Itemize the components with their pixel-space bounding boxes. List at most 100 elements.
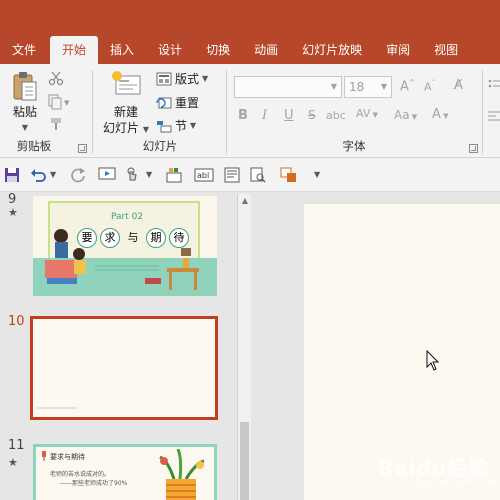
start-from-beginning-icon[interactable] (98, 167, 116, 183)
new-slide-label-line2: 幻灯片 ▼ (103, 121, 149, 135)
slide-number: 9 (8, 192, 17, 207)
clipboard-dialog-launcher-icon[interactable] (78, 144, 87, 153)
strikethrough-icon[interactable]: abc (326, 109, 346, 122)
format-painter-icon[interactable] (48, 116, 64, 132)
bold-icon[interactable]: B (238, 108, 248, 123)
theme-colors-icon[interactable] (166, 167, 182, 183)
slide-number-selected: 10 (8, 314, 25, 329)
clear-formatting-icon[interactable]: A̸ (454, 78, 463, 93)
paste-icon (13, 72, 37, 101)
underline-icon[interactable]: U (284, 108, 294, 123)
font-size-combobox[interactable]: 18 ▼ (344, 76, 392, 98)
tab-animations[interactable]: 动画 (242, 36, 290, 64)
watermark-brand: Baidu经验 (378, 456, 490, 480)
animation-star-icon: ★ (8, 206, 18, 219)
paste-label: 粘贴 (12, 105, 37, 119)
ribbon: 粘贴 ▼ ▼ 剪贴板 新建 幻灯片 ▼ 版式 ▼ 重置 节 ▼ 幻灯片 ▼ 18… (0, 64, 500, 158)
watermark-url: jingyan.baidu.com (416, 478, 500, 488)
slide-11-pin-icon (42, 451, 46, 461)
slide-number: 11 (8, 438, 25, 453)
undo-icon[interactable] (30, 167, 48, 183)
ribbon-separator (92, 70, 93, 154)
font-dialog-launcher-icon[interactable] (469, 144, 478, 153)
tab-home[interactable]: 开始 (50, 36, 99, 64)
change-case-icon[interactable]: Aa ▼ (394, 108, 417, 122)
layout-button[interactable]: 版式 ▼ (156, 70, 208, 87)
redo-icon[interactable] (70, 167, 86, 183)
scroll-up-arrow-icon[interactable]: ▲ (238, 194, 252, 208)
font-group-label: 字体 (342, 139, 366, 153)
section-button[interactable]: 节 ▼ (156, 117, 196, 134)
clipboard-group: 粘贴 ▼ ▼ 剪贴板 (0, 64, 92, 158)
touch-mode-icon[interactable] (124, 167, 140, 183)
tab-transitions[interactable]: 切换 (194, 36, 242, 64)
slide-11-line1: 老师的苦水说成对的。 (50, 471, 111, 478)
section-dropdown-icon: ▼ (190, 121, 197, 130)
section-icon (157, 120, 172, 132)
tab-file[interactable]: 文件 (0, 36, 48, 64)
touch-mode-dropdown-icon[interactable]: ▼ (146, 170, 152, 179)
undo-dropdown-icon[interactable]: ▼ (50, 170, 56, 179)
layout-dropdown-icon: ▼ (202, 74, 209, 83)
font-size-dropdown-icon[interactable]: ▼ (381, 82, 387, 91)
slides-group: 新建 幻灯片 ▼ 版式 ▼ 重置 节 ▼ 幻灯片 (94, 64, 226, 158)
ribbon-separator (226, 70, 227, 154)
slide-9-title: 要 求 与 期 待 (77, 228, 189, 248)
tab-slideshow[interactable]: 幻灯片放映 (290, 36, 374, 64)
font-size-value: 18 (349, 80, 365, 94)
font-name-combobox[interactable]: ▼ (234, 76, 342, 98)
clipboard-group-label: 剪贴板 (16, 139, 52, 153)
ribbon-tabs: 文件 开始 插入 设计 切换 动画 幻灯片放映 审阅 视图 (0, 34, 500, 64)
italic-icon[interactable]: I (262, 108, 267, 123)
decrease-font-size-icon[interactable]: Aˇ (424, 79, 436, 94)
slide-thumbnail-10[interactable] (30, 316, 218, 420)
font-color-icon[interactable]: A ▼ (432, 107, 449, 122)
shape-fill-icon[interactable] (280, 167, 298, 183)
slide-10-footer-line (37, 407, 77, 409)
new-slide-label-line1: 新建 (113, 105, 138, 119)
slide-thumbnail-9[interactable]: Part 02 要 求 与 期 待 (33, 196, 217, 296)
svg-text:▼: ▼ (64, 99, 70, 107)
save-icon[interactable] (4, 167, 20, 183)
find-icon[interactable] (250, 167, 266, 183)
slide-layout-icon[interactable] (224, 167, 240, 183)
tab-insert[interactable]: 插入 (98, 36, 146, 64)
paste-dropdown-icon[interactable]: ▼ (6, 120, 44, 136)
increase-font-size-icon[interactable]: A^ (400, 78, 416, 94)
quick-access-toolbar: ▼ ▼ abl ▼ (0, 158, 500, 192)
slide-9-part-label: Part 02 (111, 212, 144, 222)
align-left-icon[interactable] (488, 110, 500, 124)
thumbnail-scrollbar[interactable]: ▲ (237, 194, 251, 500)
customize-toolbar-icon[interactable]: ▼ (314, 170, 320, 179)
paste-button[interactable]: 粘贴 ▼ (6, 70, 44, 136)
slide-thumbnails-panel: 9 ★ Part 02 要 求 与 期 待 10 11 ★ 要求与期待 老师的苦… (0, 192, 258, 500)
text-shadow-icon[interactable]: S (308, 108, 316, 122)
tab-design[interactable]: 设计 (146, 36, 194, 64)
bullets-icon[interactable] (488, 78, 500, 92)
slide-thumbnail-11[interactable]: 要求与期待 老师的苦水说成对的。 ——那些老师成功了90% (33, 444, 217, 500)
slides-group-label: 幻灯片 (142, 139, 178, 153)
mouse-pointer-icon (426, 350, 440, 371)
section-label: 节 (175, 119, 188, 133)
tab-review[interactable]: 审阅 (374, 36, 422, 64)
reset-button[interactable]: 重置 (156, 94, 199, 111)
character-spacing-icon[interactable]: AV ▼ (356, 107, 378, 120)
ribbon-separator (482, 70, 483, 154)
svg-text:abl: abl (197, 171, 209, 180)
font-name-dropdown-icon[interactable]: ▼ (331, 82, 337, 91)
text-box-icon[interactable]: abl (194, 167, 214, 183)
reset-icon (156, 97, 172, 108)
animation-star-icon: ★ (8, 456, 18, 469)
slide-11-line2: ——那些老师成功了90% (60, 480, 128, 487)
copy-icon[interactable]: ▼ (48, 94, 70, 110)
layout-label: 版式 (175, 72, 200, 86)
slide-11-plant-illustration (159, 449, 205, 500)
paragraph-group-partial (486, 64, 500, 158)
tab-view[interactable]: 视图 (422, 36, 470, 64)
new-slide-icon (112, 71, 141, 95)
layout-icon (156, 72, 172, 85)
scrollbar-thumb[interactable] (240, 422, 249, 500)
cut-icon[interactable] (48, 70, 64, 86)
new-slide-button[interactable]: 新建 幻灯片 ▼ (98, 70, 154, 138)
reset-label: 重置 (175, 96, 200, 110)
